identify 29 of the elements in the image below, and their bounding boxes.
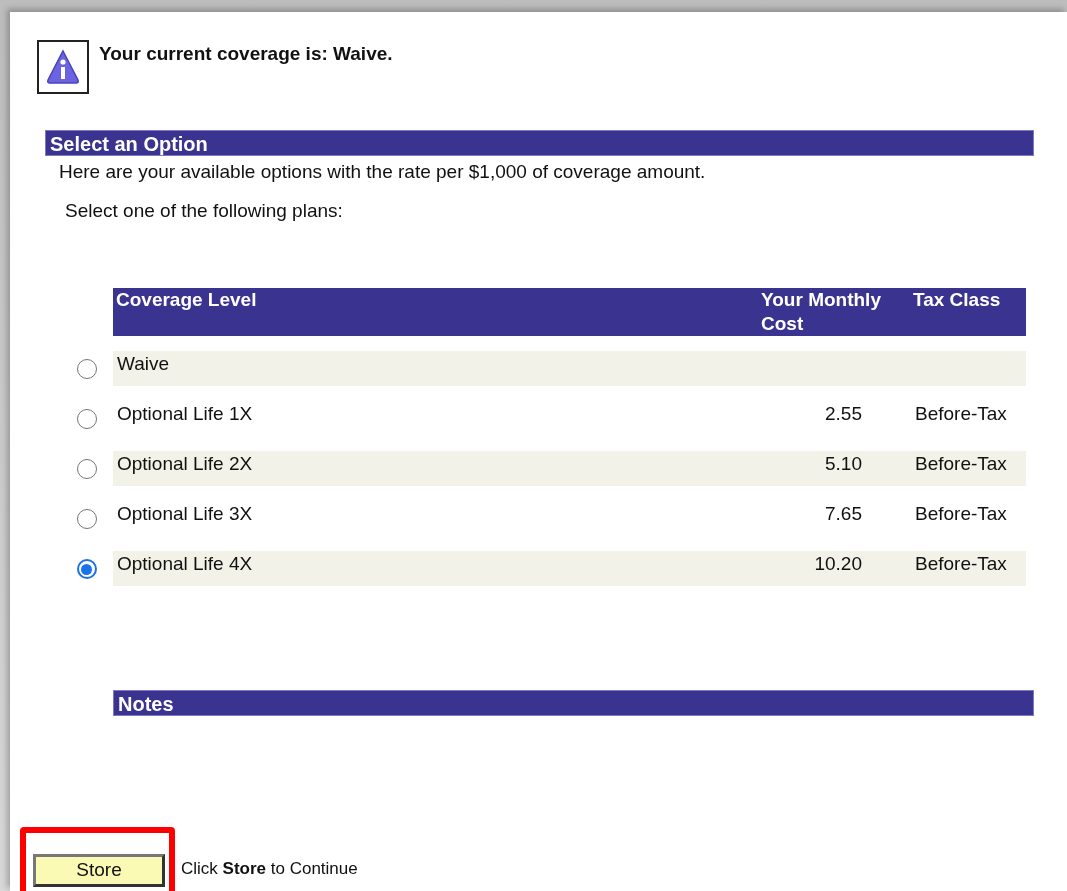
plan-radio[interactable] [76,359,97,379]
store-button[interactable]: Store [33,853,165,887]
plan-radio[interactable] [76,559,97,579]
column-header: Your Monthly Cost [760,288,882,336]
info-icon [37,40,89,94]
section-header: Notes [113,690,1034,716]
table-cell-text: Before-Tax [914,552,1008,576]
table-cell-text: Optional Life 3X [116,502,254,526]
plan-radio[interactable] [76,509,97,529]
table-cell-text: Before-Tax [914,402,1008,426]
table-cell-text: Before-Tax [914,502,1008,526]
plans-instruction: Select one of the following plans: [65,200,344,222]
options-description: Here are your available options with the rate per $1,000 of coverage amount. [59,161,707,183]
plan-radio[interactable] [76,409,97,429]
coverage-notice: Your current coverage is: Waive. [99,43,393,66]
column-header: Coverage Level [115,288,258,312]
section-header: Select an Option [45,130,1034,156]
table-cell-text: 10.20 [813,552,863,576]
table-cell-text: Optional Life 4X [116,552,254,576]
table-cell-text: Optional Life 1X [116,402,254,426]
table-cell-text: 7.65 [824,502,863,526]
table-cell-text: Before-Tax [914,452,1008,476]
table-cell-text: 2.55 [824,402,863,426]
table-cell-text: 5.10 [824,452,863,476]
table-cell-text: Optional Life 2X [116,452,254,476]
store-hint: Click Store to Continue [181,859,358,879]
plan-radio[interactable] [76,459,97,479]
column-header: Tax Class [913,288,1002,312]
table-cell-text: Waive [116,352,171,376]
